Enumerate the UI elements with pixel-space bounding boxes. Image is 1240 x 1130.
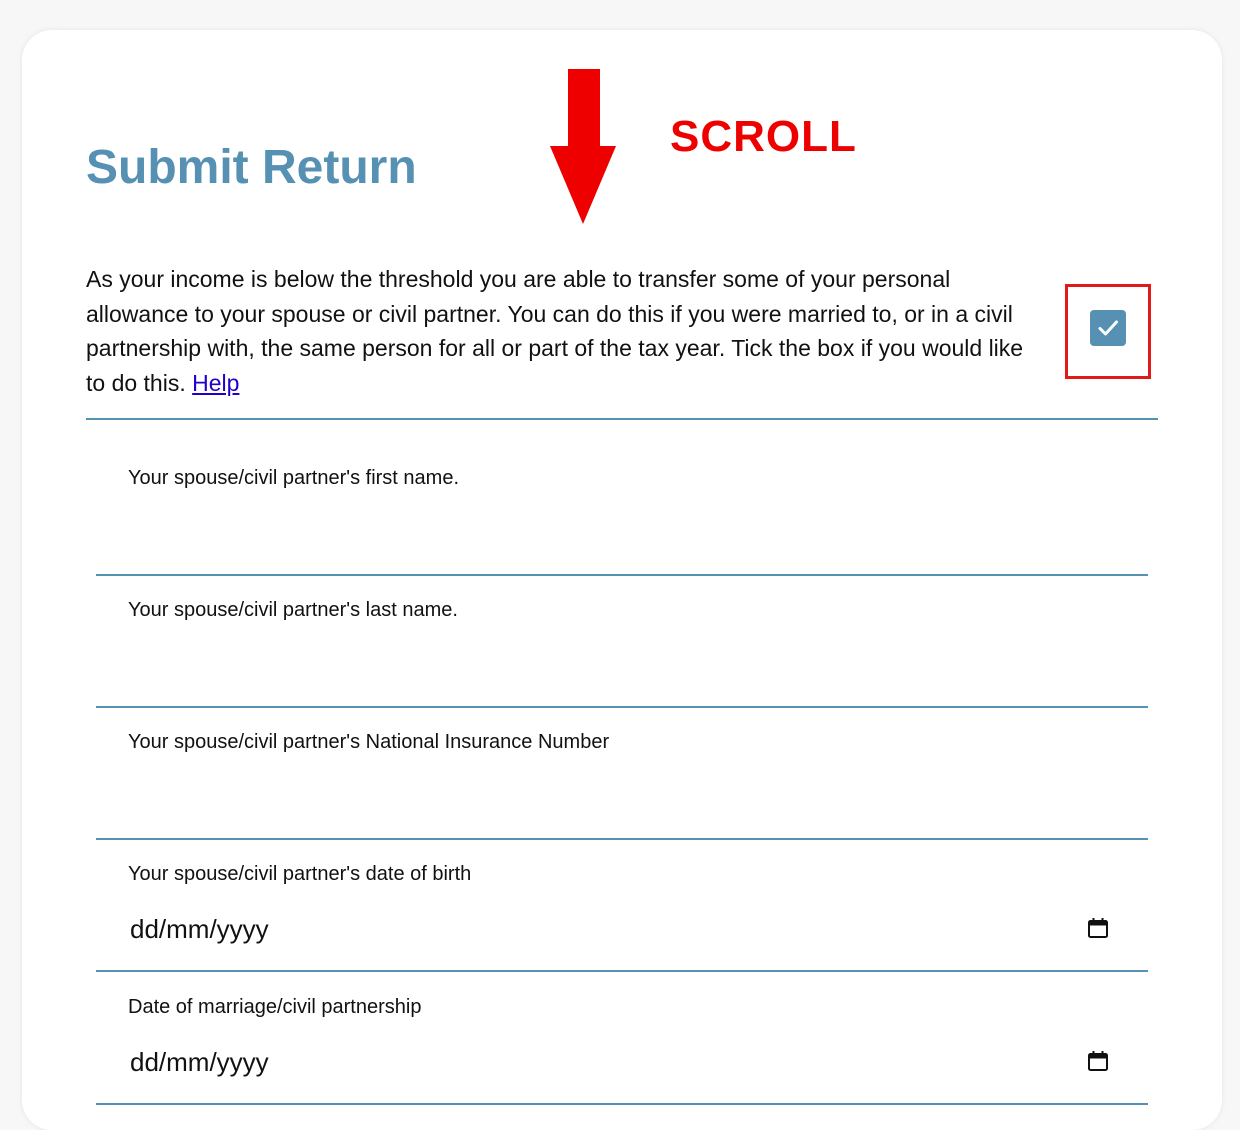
spouse-date-of-birth-input[interactable]: dd/mm/yyyy — [130, 914, 269, 944]
calendar-icon[interactable] — [1086, 1049, 1110, 1073]
help-link[interactable]: Help — [192, 370, 239, 396]
page-title: Submit Return — [86, 141, 417, 194]
section-divider — [86, 418, 1158, 420]
checkmark-icon — [1098, 320, 1118, 336]
marriage-date-input[interactable]: dd/mm/yyyy — [130, 1047, 269, 1077]
spouse-national-insurance-field[interactable]: Your spouse/civil partner's National Ins… — [96, 706, 1148, 840]
field-label: Your spouse/civil partner's first name. — [128, 467, 460, 489]
marriage-date-field[interactable]: Date of marriage/civil partnership dd/mm… — [96, 971, 1148, 1105]
scroll-hint-label: SCROLL — [670, 112, 857, 161]
field-label: Date of marriage/civil partnership — [128, 996, 422, 1018]
field-label: Your spouse/civil partner's National Ins… — [128, 731, 610, 753]
scroll-down-arrow-icon — [550, 69, 616, 224]
spouse-last-name-field[interactable]: Your spouse/civil partner's last name. — [96, 574, 1148, 708]
field-label: Your spouse/civil partner's last name. — [128, 599, 458, 621]
spouse-first-name-field[interactable]: Your spouse/civil partner's first name. — [96, 442, 1148, 576]
transfer-allowance-checkbox[interactable] — [1090, 310, 1126, 346]
transfer-allowance-description: As your income is below the threshold yo… — [86, 262, 1046, 400]
field-label: Your spouse/civil partner's date of birt… — [128, 863, 472, 885]
spouse-date-of-birth-field[interactable]: Your spouse/civil partner's date of birt… — [96, 838, 1148, 972]
calendar-icon[interactable] — [1086, 916, 1110, 940]
